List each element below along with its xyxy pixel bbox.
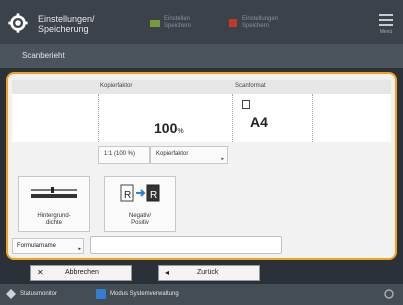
background-density-button[interactable]: Hintergrund- dichte xyxy=(18,176,90,232)
svg-text:R: R xyxy=(124,190,131,201)
gear-icon xyxy=(8,13,28,33)
settings-panel: Kopierfaktor Scanformat 100% A4 1:1 (100… xyxy=(6,72,397,260)
density-slider-icon xyxy=(31,187,77,198)
column-label-paper: Scanformat xyxy=(235,83,266,89)
chevron-icon: ▸ xyxy=(221,156,224,162)
footer-bar: Statusmonitor Modus Systemverwaltung xyxy=(0,284,403,305)
zoom-1to1-button[interactable]: 1:1 (100 %) xyxy=(98,146,150,164)
header-store-button[interactable]: Einstellungen Speichern xyxy=(228,16,278,30)
close-icon: ✕ xyxy=(37,268,44,277)
form-name-row: Formularname ▸ xyxy=(12,236,282,254)
subheader-title: Scanberieht xyxy=(22,51,65,60)
paper-size-value: A4 xyxy=(250,114,268,130)
values-row: 100% A4 xyxy=(12,94,391,142)
cancel-button[interactable]: ✕ Abbrechen xyxy=(30,265,132,281)
menu-icon xyxy=(379,14,393,16)
column-header-row: Kopierfaktor Scanformat xyxy=(12,80,391,95)
store-icon xyxy=(229,19,237,27)
admin-icon xyxy=(96,289,106,299)
negative-positive-button[interactable]: R R Negativ/ Positiv xyxy=(104,176,176,232)
header-save-button[interactable]: Einstellen Speichern xyxy=(150,16,191,30)
menu-button[interactable]: Menü xyxy=(379,14,393,35)
folder-icon xyxy=(150,20,160,27)
svg-text:R: R xyxy=(150,190,157,201)
app-title: Einstellungen/ Speicherung xyxy=(38,14,95,34)
form-name-button[interactable]: Formularname ▸ xyxy=(12,238,84,254)
status-monitor-button[interactable]: Statusmonitor xyxy=(6,289,57,299)
zoom-value: 100% xyxy=(154,120,184,136)
top-header: Einstellungen/ Speicherung Einstellen Sp… xyxy=(0,0,403,44)
system-admin-mode-button[interactable]: Modus Systemverwaltung xyxy=(96,289,179,299)
column-label-zoom: Kopierfaktor xyxy=(100,83,133,89)
zoom-factor-button[interactable]: Kopierfaktor ▸ xyxy=(150,146,228,164)
back-button[interactable]: ◂ Zurück xyxy=(158,265,260,281)
subheader: Scanberieht xyxy=(0,44,403,68)
chevron-icon: ▸ xyxy=(78,246,81,252)
back-arrow-icon: ◂ xyxy=(165,268,170,277)
action-bar: ✕ Abbrechen ◂ Zurück xyxy=(0,262,403,284)
status-monitor-icon xyxy=(6,289,16,299)
form-name-input[interactable] xyxy=(90,236,282,254)
negative-positive-icon: R R xyxy=(120,184,160,202)
paper-icon xyxy=(242,100,250,109)
settings-icon[interactable] xyxy=(383,288,395,300)
